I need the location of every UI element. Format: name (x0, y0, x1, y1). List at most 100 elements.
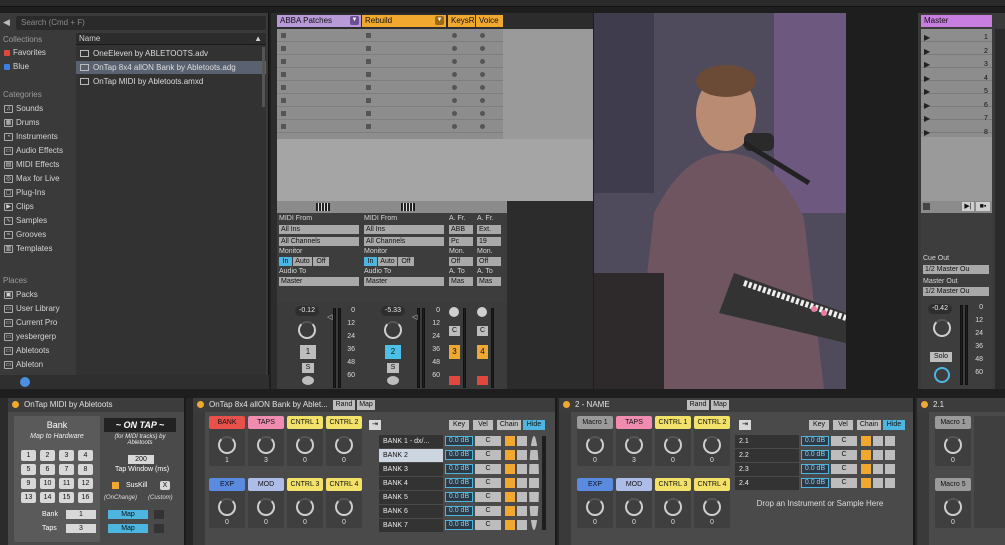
knob[interactable] (257, 498, 275, 516)
vel-button[interactable]: Vel (833, 420, 853, 430)
chain-volume[interactable]: 0.0 dB (445, 478, 473, 488)
collection-blue[interactable]: Blue (4, 62, 29, 71)
chain-volume[interactable]: 0.0 dB (801, 450, 829, 460)
bank-pad[interactable]: 6 (40, 464, 55, 475)
hide-button[interactable]: Hide (883, 420, 905, 430)
channel-select[interactable]: 19 (477, 237, 501, 246)
pan-knob[interactable] (449, 307, 459, 317)
knob[interactable] (218, 498, 236, 516)
pan-knob[interactable] (384, 321, 402, 339)
macro-knob[interactable]: CNTRL 3 0 (655, 478, 691, 528)
macro-knob[interactable]: CNTRL 2 0 (326, 416, 362, 466)
clip-slots[interactable] (277, 29, 503, 139)
chain-row[interactable]: BANK 1 - dx/... (379, 435, 443, 448)
audio-to-select[interactable]: Master (364, 277, 444, 286)
x-button[interactable]: X (160, 481, 170, 490)
keyboard-icon[interactable] (401, 203, 415, 211)
chain-pan[interactable]: C (831, 464, 857, 474)
macro-knob[interactable]: Macro 1 0 (935, 416, 971, 466)
knob[interactable] (257, 436, 275, 454)
chain-volume[interactable]: 0.0 dB (445, 520, 473, 530)
channel-select[interactable]: All Channels (279, 237, 359, 246)
category-instruments[interactable]: ◔ Instruments (4, 132, 58, 141)
chain-pan[interactable]: C (475, 436, 501, 446)
keyboard-icon[interactable] (316, 203, 330, 211)
solo-cue-button[interactable]: Solo (930, 352, 952, 362)
suskill-toggle[interactable] (112, 482, 119, 489)
place-current-project[interactable]: ▭ Current Pro (4, 318, 57, 327)
crossfade-button[interactable]: C (477, 326, 488, 336)
master-pan-knob[interactable] (933, 319, 951, 337)
drop-instrument-hint[interactable]: Drop an Instrument or Sample Here (735, 498, 905, 510)
name-column-header[interactable]: Name ▲ (76, 33, 266, 45)
clip-stop-icon[interactable] (366, 33, 371, 38)
rand-button[interactable]: Rand (687, 400, 709, 410)
chain-pan[interactable]: C (831, 478, 857, 488)
volume-readout[interactable]: -5.33 (381, 306, 405, 316)
midi-from-select[interactable]: All Ins (364, 225, 444, 234)
bank-value[interactable]: 1 (66, 510, 96, 519)
category-samples[interactable]: ∿ Samples (4, 216, 47, 225)
search-input[interactable]: Search (Cmd + F) (16, 16, 266, 30)
cue-volume-knob[interactable] (934, 367, 950, 383)
input-type-select[interactable]: ABB (449, 225, 473, 234)
stop-clips-icon[interactable]: ■▪ (976, 202, 990, 211)
chain-solo-button[interactable] (517, 436, 527, 530)
chain-row[interactable]: 2.3 (735, 463, 799, 476)
track-fold-icon[interactable]: ▼ (350, 16, 359, 25)
audio-to-select[interactable]: Master (279, 277, 359, 286)
category-drums[interactable]: ▦ Drums (4, 118, 40, 127)
place-abletoots[interactable]: ▭ Abletoots (4, 346, 49, 355)
bank-pad[interactable]: 1 (21, 450, 36, 461)
audio-to-select[interactable]: Mas (477, 277, 501, 286)
macro-knob[interactable]: CNTRL 1 0 (287, 416, 323, 466)
chain-button[interactable]: Chain (857, 420, 881, 430)
bank-pad[interactable]: 16 (78, 492, 93, 503)
knob[interactable] (703, 498, 721, 516)
chain-volume[interactable]: 0.0 dB (445, 506, 473, 516)
category-sounds[interactable]: ♫ Sounds (4, 104, 43, 113)
track-activator[interactable]: 4 (477, 345, 488, 359)
knob[interactable] (664, 498, 682, 516)
macro-knob[interactable]: MOD 0 (248, 478, 284, 528)
tap-window-value[interactable]: 200 (128, 455, 154, 464)
bank-pad[interactable]: 4 (78, 450, 93, 461)
place-ableton[interactable]: ▭ Ableton (4, 360, 43, 369)
preview-icon[interactable] (20, 377, 30, 387)
bank-pad[interactable]: 11 (59, 478, 74, 489)
chain-row[interactable]: BANK 4 (379, 477, 443, 490)
chain-pan[interactable]: C (831, 436, 857, 446)
macro-knob[interactable]: Macro 1 0 (577, 416, 613, 466)
chain-row[interactable]: 2.1 (735, 435, 799, 448)
bank-pad[interactable]: 15 (59, 492, 74, 503)
chain-hotswap-icon[interactable] (529, 436, 539, 530)
chain-pan[interactable]: C (475, 464, 501, 474)
macro-knob[interactable]: TAPS 3 (248, 416, 284, 466)
track-header-keysr[interactable]: KeysR (448, 15, 475, 27)
chain-volume[interactable]: 0.0 dB (445, 492, 473, 502)
track-activator[interactable]: 2 (385, 345, 401, 359)
chain-pan[interactable]: C (475, 506, 501, 516)
chain-hotswap-icon[interactable] (885, 436, 895, 488)
chain-solo-button[interactable] (873, 436, 883, 488)
track-header-abba-patches[interactable]: ABBA Patches ▼ (277, 15, 361, 27)
map-button[interactable]: Map (357, 400, 375, 410)
chain-volume[interactable]: 0.0 dB (801, 436, 829, 446)
knob[interactable] (944, 436, 962, 454)
audio-to-select[interactable]: Mas (449, 277, 473, 286)
arm-button-active[interactable] (449, 376, 460, 385)
chain-arrow-icon[interactable]: ⇥ (739, 420, 751, 430)
master-out-select[interactable]: 1/2 Master Ou (923, 287, 989, 296)
channel-select[interactable]: Pc (449, 237, 473, 246)
chain-row[interactable]: BANK 6 (379, 505, 443, 518)
category-clips[interactable]: ▶ Clips (4, 202, 34, 211)
chain-button[interactable]: Chain (497, 420, 521, 430)
arm-button-active[interactable] (477, 376, 488, 385)
macro-knob[interactable]: BANK 1 (209, 416, 245, 466)
fader-arrow-icon[interactable]: ◁ (412, 313, 417, 321)
knob[interactable] (335, 436, 353, 454)
chain-arrow-icon[interactable]: ⇥ (369, 420, 381, 430)
back-arrow-icon[interactable]: ◀ (3, 17, 13, 27)
track-header-rebuild[interactable]: Rebuild ▼ (362, 15, 446, 27)
knob[interactable] (296, 498, 314, 516)
